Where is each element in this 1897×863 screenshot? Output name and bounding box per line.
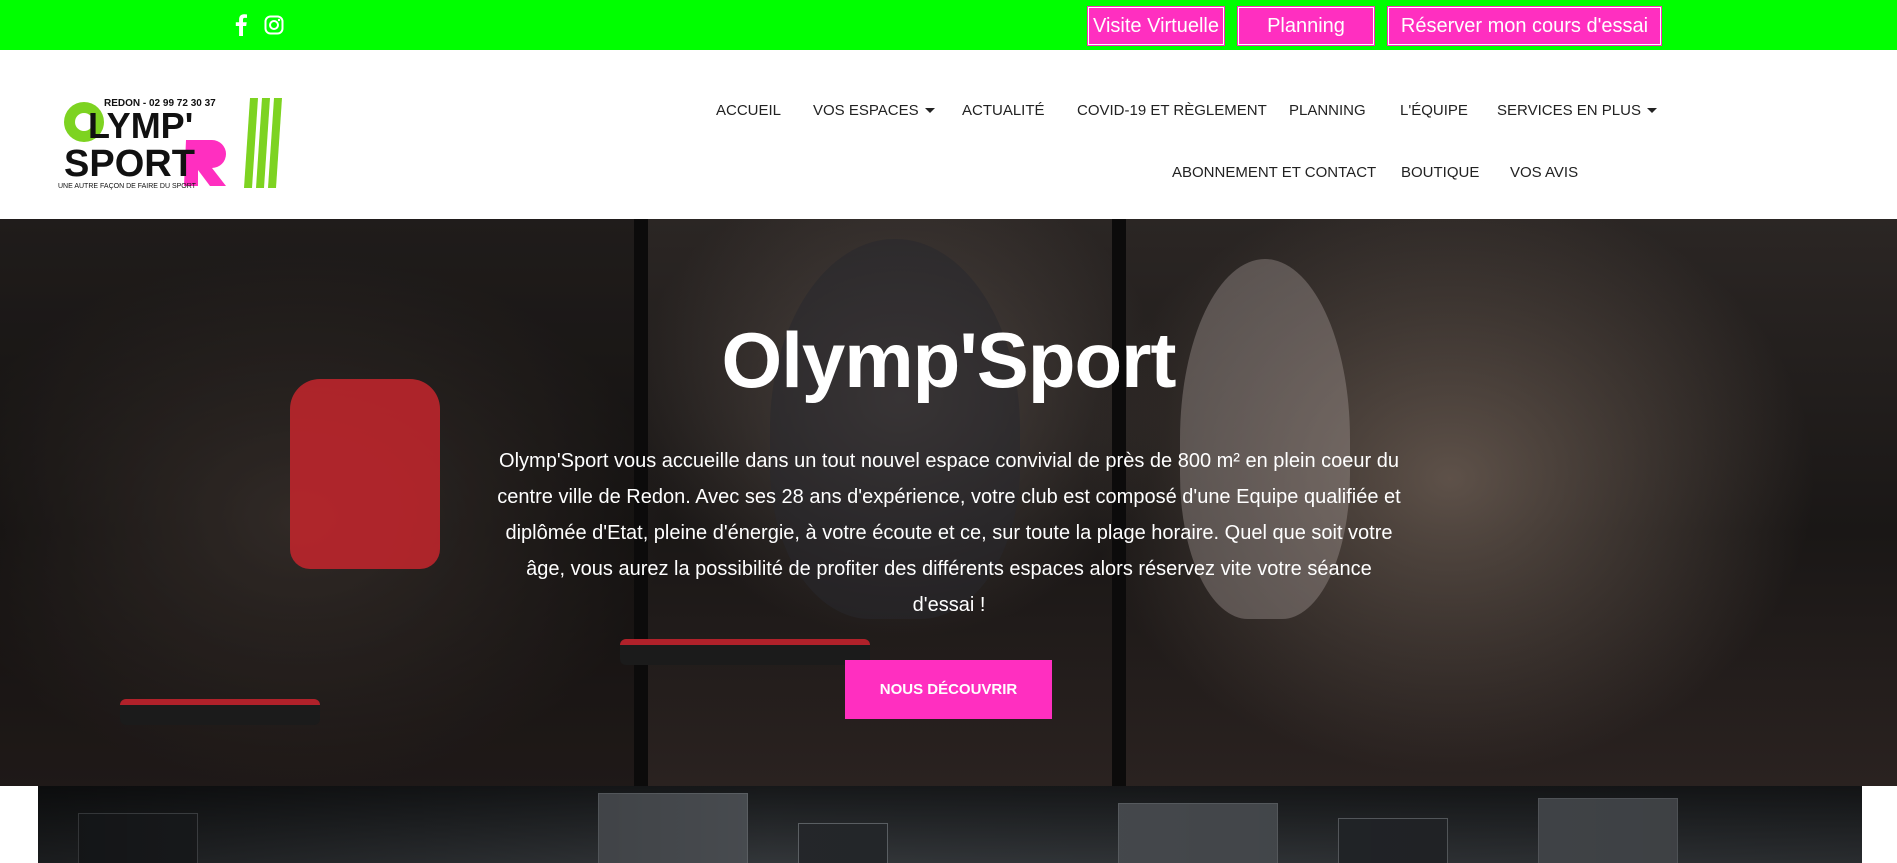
hero-description: Olymp'Sport vous accueille dans un tout …: [497, 450, 1401, 616]
nav-label: ACTUALITÉ: [962, 102, 1045, 119]
discover-button[interactable]: NOUS DÉCOUVRIR: [845, 660, 1052, 719]
hero-section: Olymp'Sport Olymp'Sport vous accueille d…: [0, 219, 1897, 786]
nav-label: COVID-19 ET RÈGLEMENT: [1077, 102, 1267, 119]
nav-label: VOS AVIS: [1510, 164, 1579, 181]
book-trial-button[interactable]: Réserver mon cours d'essai: [1387, 6, 1662, 46]
nav-label: BOUTIQUE: [1401, 164, 1480, 181]
caret-down-icon: [1646, 108, 1657, 113]
top-bar: Visite Virtuelle Planning Réserver mon c…: [0, 0, 1897, 50]
nav-vos-espaces[interactable]: VOS ESPACES: [813, 102, 935, 119]
virtual-tour-button[interactable]: Visite Virtuelle: [1087, 6, 1225, 46]
caret-down-icon: [924, 108, 935, 113]
nav-vos-avis[interactable]: VOS AVIS: [1510, 164, 1578, 181]
nav-actualite[interactable]: ACTUALITÉ: [962, 102, 1045, 119]
nav-abonnement-contact[interactable]: ABONNEMENT ET CONTACT: [1172, 164, 1376, 181]
nav-label: PLANNING: [1289, 102, 1366, 119]
hero-title: Olymp'Sport: [721, 316, 1177, 404]
step-platform: [620, 639, 870, 665]
nav-services-en-plus[interactable]: SERVICES EN PLUS: [1497, 102, 1657, 119]
instagram-icon[interactable]: [264, 12, 284, 38]
planning-button[interactable]: Planning: [1237, 6, 1375, 46]
athlete-shape: [290, 379, 440, 569]
logo-tagline: UNE AUTRE FAÇON DE FAIRE DU SPORT: [58, 183, 197, 190]
nav-label: VOS ESPACES: [813, 102, 919, 119]
site-header: REDON - 02 99 72 30 37 LYMP' SPORT UNE AUTR…: [0, 50, 1897, 219]
logo-word1: LYMP': [88, 105, 193, 146]
nav-planning[interactable]: PLANNING: [1289, 102, 1366, 119]
step-platform: [120, 699, 320, 725]
nav-accueil[interactable]: ACCUEIL: [716, 102, 781, 119]
nav-equipe[interactable]: L'ÉQUIPE: [1400, 102, 1468, 119]
nav-label: ABONNEMENT ET CONTACT: [1172, 164, 1377, 181]
overlay: [38, 786, 1862, 863]
olympsport-logo[interactable]: REDON - 02 99 72 30 37 LYMP' SPORT UNE AUTR…: [54, 96, 284, 190]
facebook-icon[interactable]: [234, 12, 248, 38]
nav-boutique[interactable]: BOUTIQUE: [1401, 164, 1479, 181]
nav-label: L'ÉQUIPE: [1400, 102, 1468, 119]
nav-label: SERVICES EN PLUS: [1497, 102, 1641, 119]
nav-covid-reglement[interactable]: COVID-19 ET RÈGLEMENT: [1077, 102, 1267, 119]
logo-word2: SPORT: [64, 143, 195, 185]
city-banner: [38, 786, 1862, 863]
nav-label: ACCUEIL: [716, 102, 782, 119]
